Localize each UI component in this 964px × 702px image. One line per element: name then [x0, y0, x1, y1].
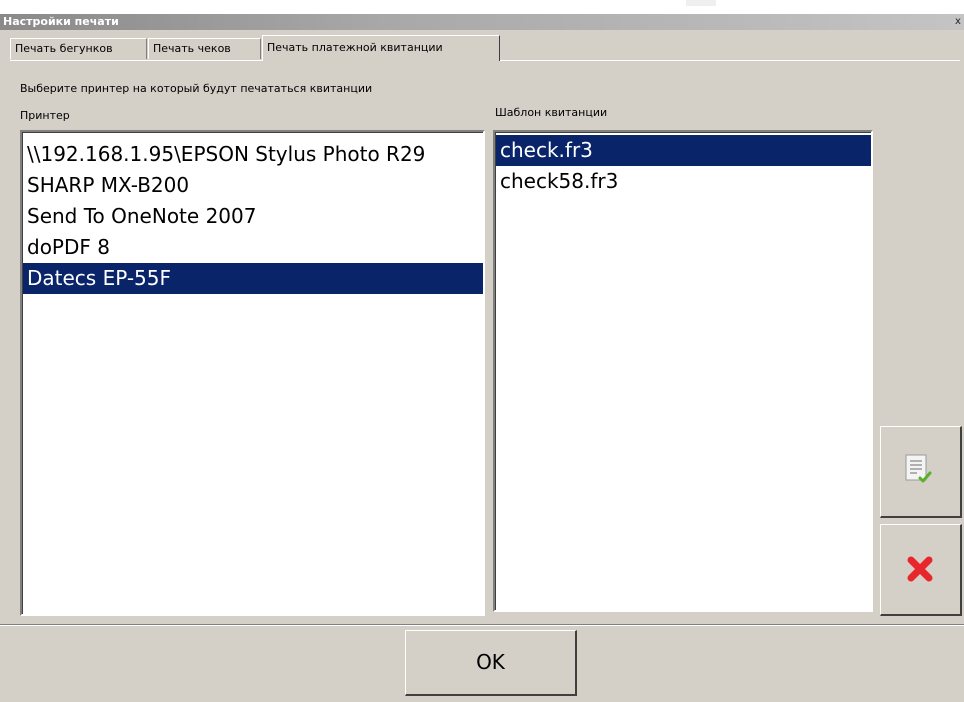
document-check-icon — [905, 454, 932, 483]
title-bar[interactable]: Настройки печати x — [0, 14, 964, 30]
printer-label: Принтер — [20, 109, 70, 122]
red-x-icon — [907, 556, 933, 582]
printer-listbox[interactable]: \\192.168.1.95\EPSON Stylus Photo R29 SHA… — [20, 130, 485, 616]
printer-list-item[interactable]: doPDF 8 — [23, 232, 483, 263]
tab-payment-receipt-print[interactable]: Печать платежной квитанции — [262, 35, 500, 61]
instruction-text: Выберите принтер на который будут печата… — [20, 82, 373, 95]
top-strip-mark — [686, 0, 716, 6]
printer-list-item[interactable]: SHARP MX-B200 — [23, 170, 483, 201]
printer-list-item[interactable]: Datecs EP-55F — [23, 263, 483, 294]
template-label: Шаблон квитанции — [495, 106, 608, 119]
window-title: Настройки печати — [3, 15, 119, 28]
printer-list-item[interactable]: Send To OneNote 2007 — [23, 201, 483, 232]
footer-separator — [0, 624, 964, 626]
close-icon[interactable]: x — [954, 15, 962, 28]
template-listbox[interactable]: check.fr3 check58.fr3 — [493, 130, 873, 612]
tab-receipts-print[interactable]: Печать чеков — [148, 38, 261, 59]
printer-list-item[interactable]: \\192.168.1.95\EPSON Stylus Photo R29 — [23, 139, 483, 170]
template-list: check.fr3 check58.fr3 — [495, 132, 871, 610]
template-list-item[interactable]: check.fr3 — [496, 135, 871, 166]
template-list-item[interactable]: check58.fr3 — [496, 166, 871, 197]
printer-list: \\192.168.1.95\EPSON Stylus Photo R29 SHA… — [22, 132, 483, 614]
delete-template-button[interactable] — [880, 524, 962, 616]
tab-runners-print[interactable]: Печать бегунков — [10, 38, 147, 59]
ok-button[interactable]: OK — [405, 630, 577, 696]
apply-template-button[interactable] — [880, 426, 962, 518]
print-settings-dialog: Настройки печати x Печать бегунков Печат… — [0, 0, 964, 702]
top-strip — [0, 0, 964, 14]
